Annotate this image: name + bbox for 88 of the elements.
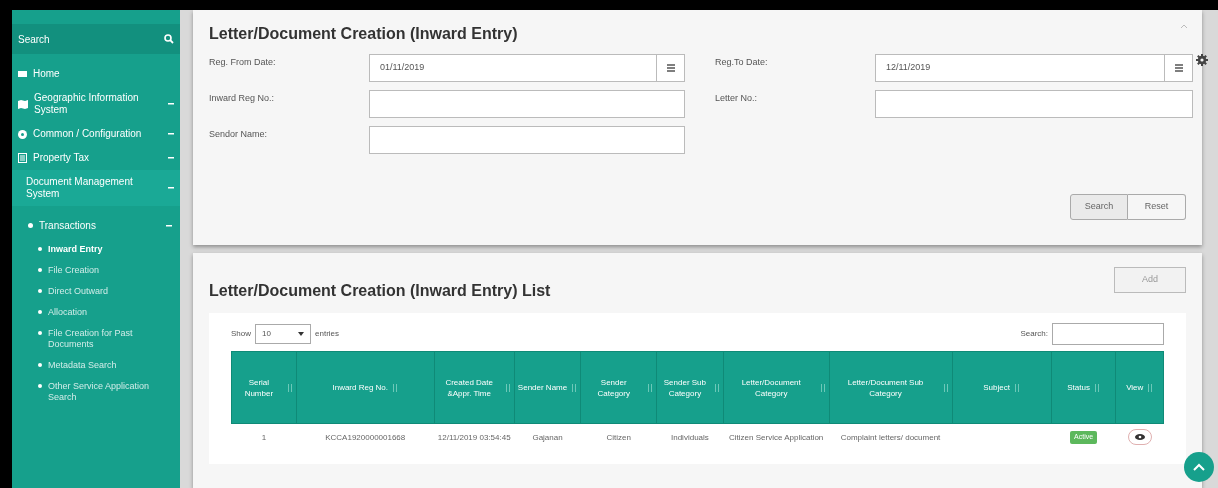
sidebar-item[interactable]: Document Management System [12, 170, 180, 206]
bullet-icon [38, 384, 42, 388]
page-size-select[interactable]: 10 [255, 324, 311, 344]
table-cell: 1 [231, 423, 297, 464]
calendar-icon [1174, 64, 1183, 72]
settings-icon[interactable] [1196, 54, 1208, 66]
text-field[interactable] [369, 90, 685, 118]
date-field[interactable]: 12/11/2019 [875, 54, 1165, 82]
column-header[interactable]: Letter/Document Sub Category [829, 351, 952, 424]
bullet-icon [38, 310, 42, 314]
sort-icon [1093, 383, 1100, 392]
panel-title: Letter/Document Creation (Inward Entry) List [209, 281, 551, 301]
bullet-icon [38, 289, 42, 293]
eye-icon [1134, 434, 1145, 440]
sort-icon [504, 383, 511, 392]
collapse-icon [166, 224, 172, 227]
map-icon [18, 99, 28, 109]
sidebar-subitem[interactable]: Inward Entry [12, 239, 180, 260]
column-header[interactable]: Subject [952, 351, 1052, 424]
bullet-icon [38, 268, 42, 272]
column-header[interactable]: Sender Name [514, 351, 581, 424]
calendar-button[interactable] [657, 54, 685, 82]
sidebar-item[interactable]: Transactions [12, 212, 180, 239]
search-button[interactable]: Search [1070, 194, 1128, 220]
field-label: Inward Reg No.: [209, 92, 276, 105]
field-label: Reg. From Date: [209, 56, 277, 69]
search-icon [164, 34, 174, 44]
column-header[interactable]: Sender Category [580, 351, 657, 424]
add-button[interactable]: Add [1114, 267, 1186, 293]
text-field[interactable] [875, 90, 1193, 118]
sort-icon [1147, 383, 1154, 392]
calendar-icon [666, 64, 675, 72]
caret-icon [298, 332, 304, 336]
sidebar-item[interactable]: Geographic Information System [12, 86, 180, 122]
column-header[interactable]: Serial Number [231, 351, 297, 424]
bullet-icon [38, 331, 42, 335]
sort-icon [646, 383, 653, 392]
search-label: Search: [1020, 328, 1048, 340]
sort-icon [1013, 383, 1020, 392]
column-header[interactable]: Created Date &Appr. Time [434, 351, 515, 424]
sort-icon [571, 383, 578, 392]
table-cell: Citizen [580, 423, 657, 464]
sidebar-subitem[interactable]: Allocation [12, 302, 180, 323]
table-cell: Complaint letters/ document [829, 423, 952, 464]
sidebar-subitem[interactable]: File Creation for Past Documents [12, 323, 180, 355]
sidebar-item[interactable]: Common / Configuration [12, 122, 180, 146]
date-field[interactable]: 01/11/2019 [369, 54, 657, 82]
home-icon [18, 70, 27, 78]
bullet-icon [38, 247, 42, 251]
collapse-icon[interactable] [1180, 24, 1188, 29]
sidebar-item[interactable]: Home [12, 62, 180, 86]
reset-button[interactable]: Reset [1128, 194, 1186, 220]
field-label: Reg.To Date: [715, 56, 769, 69]
calendar-button[interactable] [1165, 54, 1193, 82]
gear-icon [18, 129, 27, 139]
sort-icon [286, 383, 293, 392]
bullet-icon [28, 223, 33, 228]
table-cell: Gajanan [514, 423, 581, 464]
search-field[interactable] [1052, 323, 1164, 345]
sort-icon [713, 383, 720, 392]
sort-icon [392, 383, 399, 392]
scroll-top-button[interactable] [1184, 452, 1214, 482]
sidebar-subitem[interactable]: Direct Outward [12, 281, 180, 302]
column-header[interactable]: Status [1051, 351, 1116, 424]
panel-title: Letter/Document Creation (Inward Entry) [209, 24, 518, 44]
building-icon [18, 153, 27, 163]
sort-icon [819, 383, 826, 392]
text-field[interactable] [369, 126, 685, 154]
column-header[interactable]: Sender Sub Category [656, 351, 724, 424]
table-cell: KCCA1920000001668 [296, 423, 435, 464]
sidebar-item[interactable]: Property Tax [12, 146, 180, 170]
table-cell: Citizen Service Application [723, 423, 830, 464]
field-label: Sendor Name: [209, 128, 269, 141]
table-cell: 12/11/2019 03:54:45 [434, 423, 515, 464]
chevron-up-icon [1193, 463, 1205, 471]
column-header[interactable]: Letter/Document Category [723, 351, 830, 424]
entries-label: entries [315, 328, 340, 340]
column-header[interactable]: Inward Reg No. [296, 351, 435, 424]
sidebar-subitem[interactable]: File Creation [12, 260, 180, 281]
field-label: Letter No.: [715, 92, 759, 105]
sort-icon [942, 383, 949, 392]
show-label: Show [231, 328, 251, 340]
sidebar-subitem[interactable]: Metadata Search [12, 355, 180, 376]
sidebar-search[interactable]: Search [12, 24, 180, 54]
bullet-icon [38, 363, 42, 367]
table-cell: Individuals [656, 423, 724, 464]
column-header[interactable]: View [1115, 351, 1164, 424]
sidebar-subitem[interactable]: Other Service Application Search [12, 376, 180, 408]
